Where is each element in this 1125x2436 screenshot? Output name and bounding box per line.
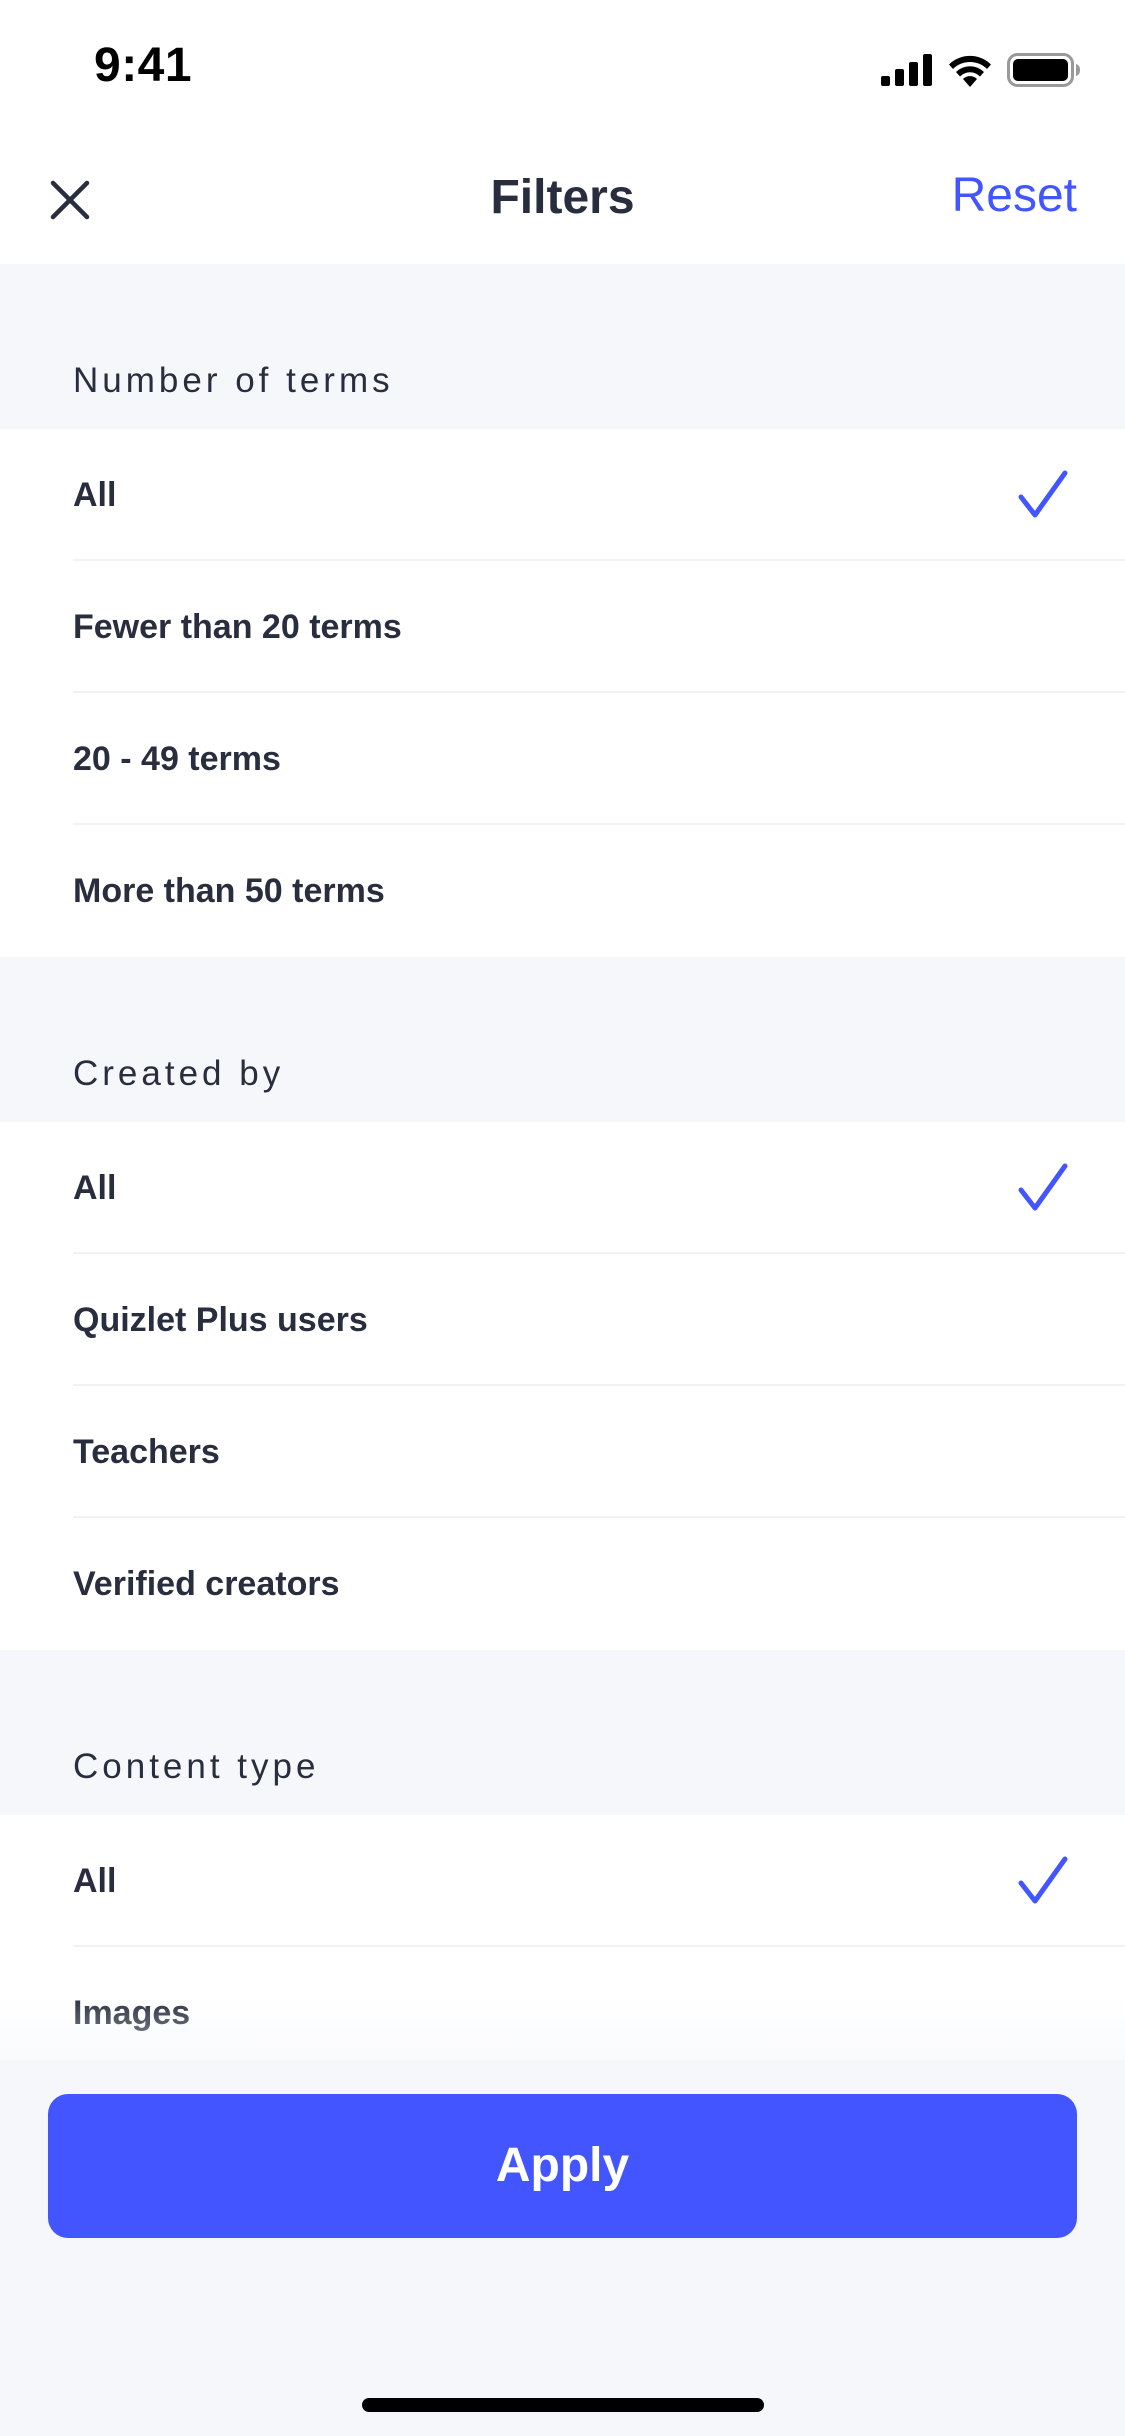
option-label: Fewer than 20 terms — [73, 608, 402, 646]
status-time: 9:41 — [94, 39, 193, 92]
home-indicator[interactable] — [362, 2398, 764, 2412]
option-20-49[interactable]: 20 - 49 terms — [0, 693, 1125, 825]
checkmark-icon — [1018, 1856, 1068, 1904]
battery-icon — [1007, 53, 1080, 87]
section-header-number-of-terms: Number of terms — [0, 264, 1125, 429]
checkmark-icon — [1018, 470, 1068, 518]
nav-bar: Filters Reset — [0, 132, 1125, 264]
section-header-created-by: Created by — [0, 957, 1125, 1122]
option-label: Teachers — [73, 1433, 220, 1471]
section-title: Created by — [73, 1054, 285, 1093]
cellular-signal-icon — [881, 54, 932, 86]
wifi-icon — [949, 55, 991, 87]
section-title: Content type — [73, 1747, 320, 1786]
checkmark-icon — [1018, 1163, 1068, 1211]
option-label: All — [73, 476, 117, 514]
reset-button[interactable]: Reset — [952, 168, 1077, 223]
section-header-content-type: Content type — [0, 1650, 1125, 1815]
option-quizlet-plus-users[interactable]: Quizlet Plus users — [0, 1254, 1125, 1386]
content-type-options: All Images — [0, 1815, 1125, 2079]
option-all-content[interactable]: All — [0, 1815, 1125, 1947]
option-all-terms[interactable]: All — [0, 429, 1125, 561]
option-all-creators[interactable]: All — [0, 1122, 1125, 1254]
created-by-options: All Quizlet Plus users Teachers Verified… — [0, 1122, 1125, 1650]
option-fewer-than-20[interactable]: Fewer than 20 terms — [0, 561, 1125, 693]
option-label: More than 50 terms — [73, 872, 385, 910]
option-teachers[interactable]: Teachers — [0, 1386, 1125, 1518]
status-bar: 9:41 — [0, 0, 1125, 132]
status-icons — [881, 50, 1081, 90]
option-label: Quizlet Plus users — [73, 1301, 368, 1339]
section-title: Number of terms — [73, 361, 394, 400]
option-label: All — [73, 1862, 117, 1900]
number-of-terms-options: All Fewer than 20 terms 20 - 49 terms Mo… — [0, 429, 1125, 957]
bottom-bar: Apply — [0, 2060, 1125, 2436]
option-label: All — [73, 1169, 117, 1207]
option-verified-creators[interactable]: Verified creators — [0, 1518, 1125, 1650]
option-label: Verified creators — [73, 1565, 340, 1603]
apply-button[interactable]: Apply — [48, 2094, 1077, 2238]
option-more-than-50[interactable]: More than 50 terms — [0, 825, 1125, 957]
option-label: 20 - 49 terms — [73, 740, 281, 778]
